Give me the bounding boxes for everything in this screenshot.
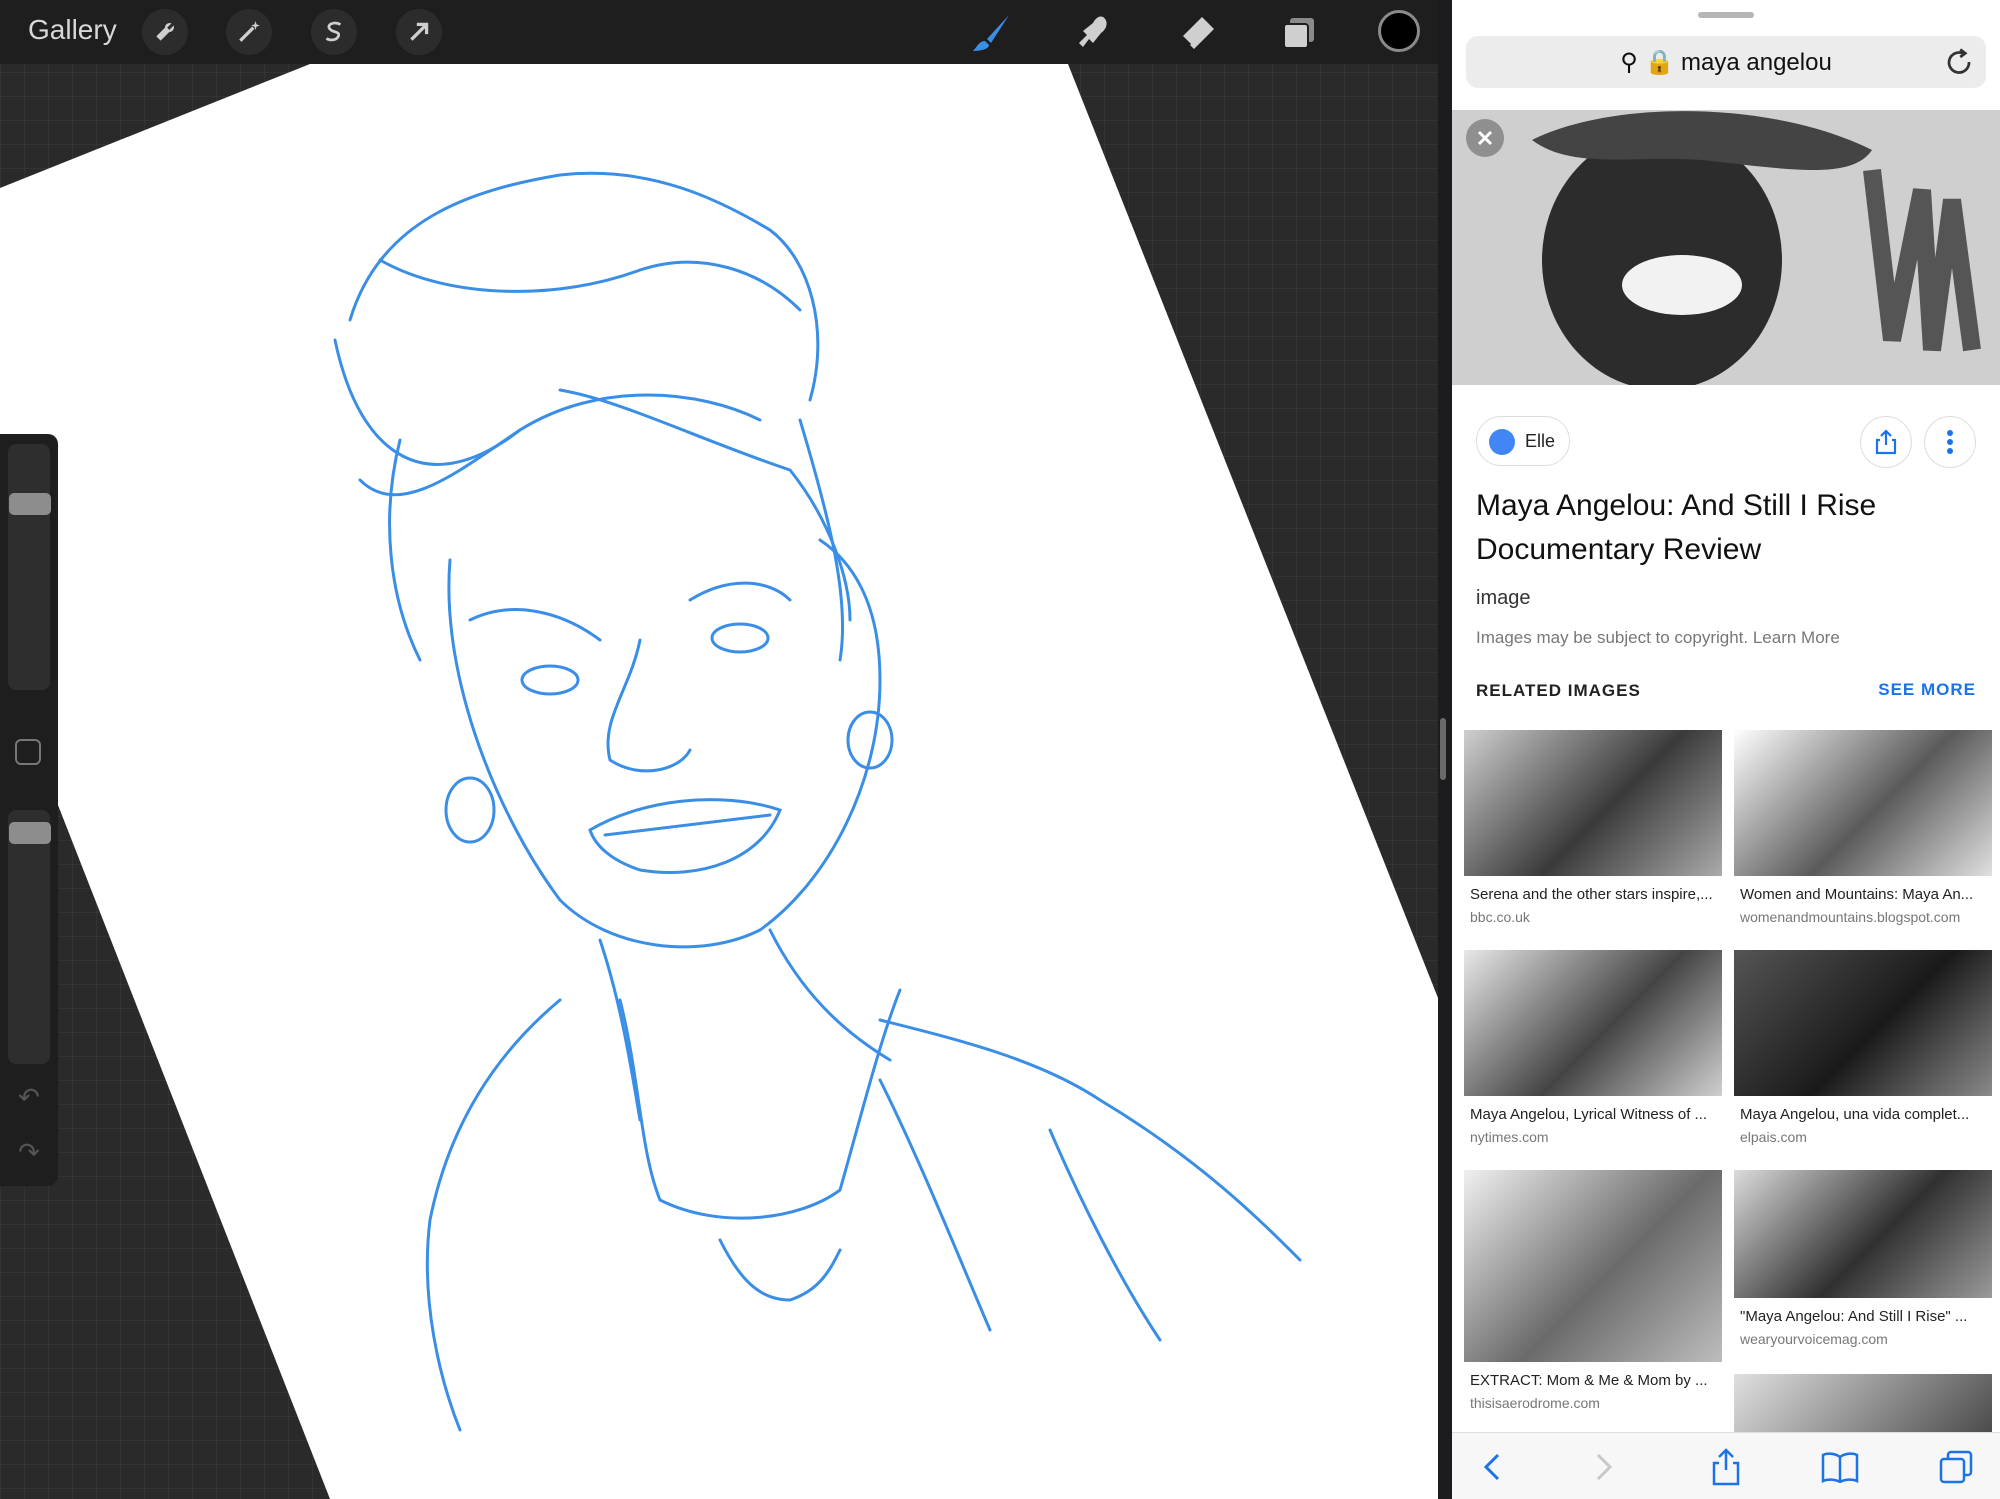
- search-icon: ⚲: [1620, 49, 1638, 76]
- related-source: womenandmountains.blogspot.com: [1740, 909, 1961, 925]
- related-caption: Women and Mountains: Maya An...: [1740, 886, 1974, 903]
- safari-bottom-toolbar: [1452, 1432, 2000, 1499]
- modify-button[interactable]: [15, 739, 41, 765]
- opacity-thumb[interactable]: [9, 821, 51, 844]
- related-thumbnail[interactable]: [1464, 1170, 1722, 1362]
- copyright-note[interactable]: Images may be subject to copyright. Lear…: [1476, 628, 1840, 648]
- split-view-divider[interactable]: [1440, 718, 1446, 780]
- see-more-link[interactable]: SEE MORE: [1878, 680, 1976, 700]
- related-caption: Maya Angelou, Lyrical Witness of ...: [1470, 1106, 1708, 1123]
- bookmarks-icon[interactable]: [1820, 1447, 1860, 1487]
- related-image-tile[interactable]: [1734, 1374, 1992, 1434]
- window-grabber[interactable]: [1698, 12, 1754, 18]
- more-vert-icon: [1947, 430, 1953, 454]
- tabs-icon[interactable]: [1936, 1447, 1976, 1487]
- safari-app: ⚲ 🔒 maya angelou Elle Maya Angelou: And …: [1452, 0, 2000, 1499]
- related-source: wearyourvoicemag.com: [1740, 1331, 1888, 1347]
- url-value: maya angelou: [1681, 49, 1832, 76]
- transform-arrow-icon[interactable]: [396, 9, 442, 55]
- related-source: elpais.com: [1740, 1129, 1807, 1145]
- related-image-tile[interactable]: EXTRACT: Mom & Me & Mom by ... thisisaer…: [1464, 1170, 1722, 1411]
- source-chip[interactable]: Elle: [1476, 416, 1570, 466]
- related-image-tile[interactable]: Maya Angelou, Lyrical Witness of ... nyt…: [1464, 950, 1722, 1145]
- undo-icon[interactable]: ↶: [14, 1084, 44, 1110]
- procreate-sidebar: ↶ ↷: [0, 434, 58, 1186]
- forward-icon[interactable]: [1584, 1447, 1624, 1487]
- related-image-tile[interactable]: Women and Mountains: Maya An... womenand…: [1734, 730, 1992, 925]
- back-icon[interactable]: [1472, 1447, 1512, 1487]
- wrench-icon[interactable]: [142, 9, 188, 55]
- lock-icon: 🔒: [1644, 49, 1675, 76]
- close-icon[interactable]: [1466, 119, 1504, 157]
- share-icon[interactable]: [1706, 1447, 1746, 1487]
- related-source: nytimes.com: [1470, 1129, 1549, 1145]
- related-caption: Serena and the other stars inspire,...: [1470, 886, 1713, 903]
- related-caption: Maya Angelou, una vida complet...: [1740, 1106, 1970, 1123]
- more-options-button[interactable]: [1924, 416, 1976, 468]
- brush-size-thumb[interactable]: [9, 493, 51, 516]
- procreate-toolbar: Gallery: [0, 0, 1438, 64]
- eraser-icon[interactable]: [1173, 10, 1219, 56]
- related-thumbnail[interactable]: [1734, 730, 1992, 876]
- preview-image[interactable]: [1452, 110, 2000, 385]
- magic-wand-icon[interactable]: [226, 9, 272, 55]
- procreate-app: Gallery ↶ ↷: [0, 0, 1438, 1499]
- related-caption: EXTRACT: Mom & Me & Mom by ...: [1470, 1372, 1708, 1389]
- canvas-paper: [0, 64, 1438, 1499]
- redo-icon[interactable]: ↷: [14, 1139, 44, 1165]
- related-images-heading: RELATED IMAGES: [1476, 681, 1641, 700]
- related-thumbnail[interactable]: [1734, 950, 1992, 1096]
- layers-icon[interactable]: [1276, 10, 1322, 56]
- address-bar[interactable]: ⚲ 🔒 maya angelou: [1466, 36, 1986, 88]
- related-image-tile[interactable]: Serena and the other stars inspire,... b…: [1464, 730, 1722, 925]
- drawing-canvas[interactable]: [0, 0, 1438, 1499]
- related-image-tile[interactable]: Maya Angelou, una vida complet... elpais…: [1734, 950, 1992, 1145]
- globe-icon: [1489, 429, 1515, 455]
- share-result-button[interactable]: [1860, 416, 1912, 468]
- address-text[interactable]: ⚲ 🔒 maya angelou: [1466, 48, 1986, 77]
- color-picker[interactable]: [1378, 10, 1420, 52]
- related-thumbnail[interactable]: [1734, 1374, 1992, 1434]
- source-name: Elle: [1525, 431, 1556, 451]
- related-thumbnail[interactable]: [1734, 1170, 1992, 1298]
- related-source: thisisaerodrome.com: [1470, 1395, 1600, 1411]
- gallery-button[interactable]: Gallery: [28, 14, 117, 46]
- share-icon: [1875, 429, 1897, 455]
- related-image-tile[interactable]: "Maya Angelou: And Still I Rise" ... wea…: [1734, 1170, 1992, 1347]
- opacity-slider[interactable]: [8, 810, 50, 1064]
- related-source: bbc.co.uk: [1470, 909, 1530, 925]
- result-title[interactable]: Maya Angelou: And Still I Rise Documenta…: [1476, 484, 1976, 572]
- selection-icon[interactable]: [311, 9, 357, 55]
- result-type: image: [1476, 587, 1531, 609]
- related-thumbnail[interactable]: [1464, 730, 1722, 876]
- brush-icon[interactable]: [968, 10, 1014, 56]
- brush-size-slider[interactable]: [8, 444, 50, 690]
- related-thumbnail[interactable]: [1464, 950, 1722, 1096]
- related-caption: "Maya Angelou: And Still I Rise" ...: [1740, 1308, 1968, 1325]
- smudge-icon[interactable]: [1070, 10, 1116, 56]
- reload-icon[interactable]: [1944, 47, 1974, 77]
